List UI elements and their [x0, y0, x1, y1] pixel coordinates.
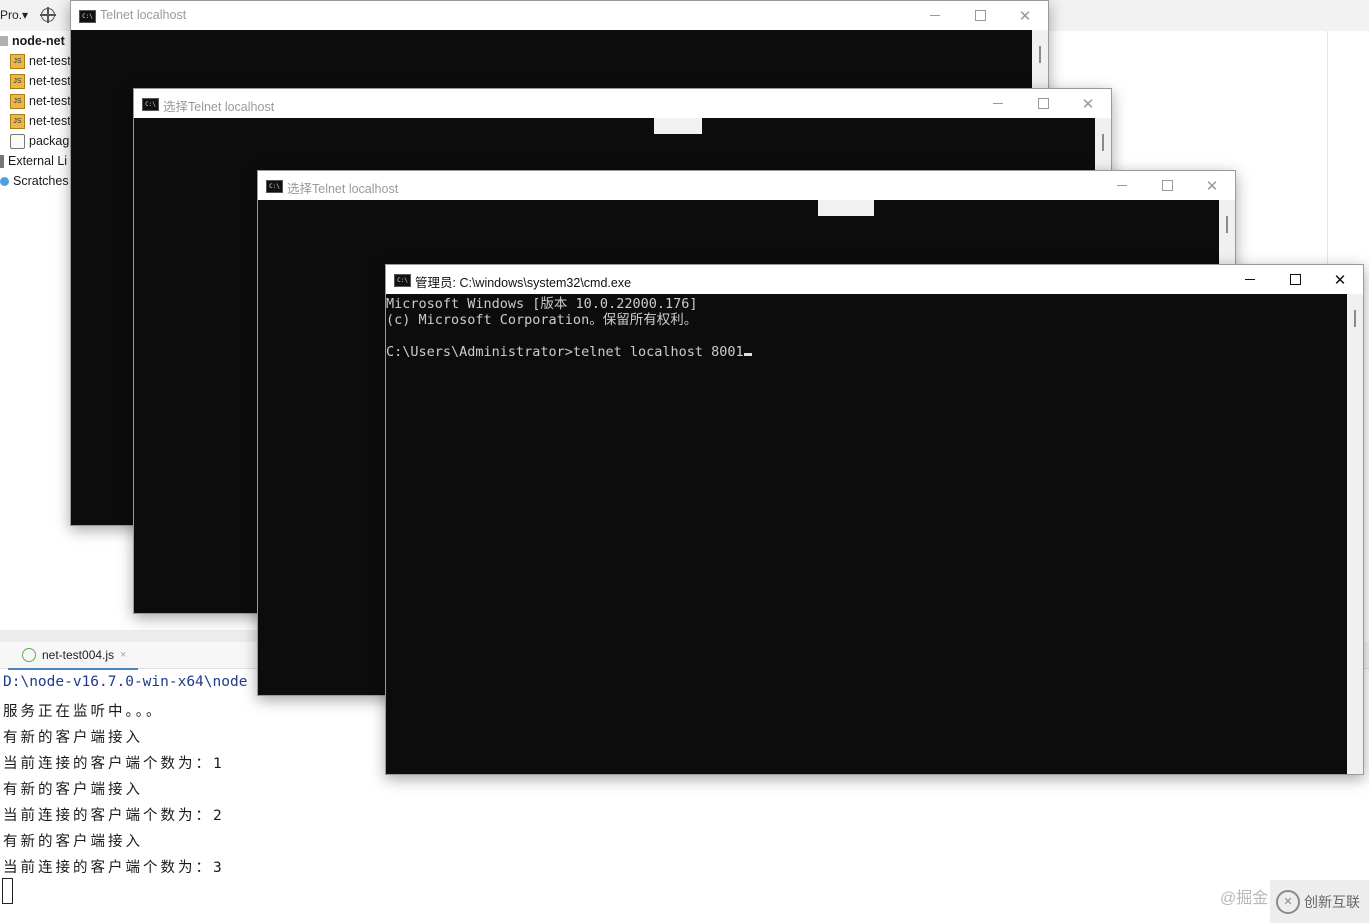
window-title: 管理员: C:\windows\system32\cmd.exe	[415, 276, 632, 290]
run-tab-net-test004[interactable]: net-test004.js ×	[8, 642, 139, 670]
tree-root-label: node-net	[12, 34, 65, 48]
console-line: 有新的客户端接入	[3, 730, 143, 746]
js-file-icon: JS	[10, 113, 25, 129]
cmd-prompt-text: C:\Users\Administrator>telnet localhost …	[386, 344, 744, 360]
tree-item-label: packag	[29, 134, 70, 148]
tree-item-label: Scratches	[13, 174, 69, 188]
cmd-prompt-line[interactable]: C:\Users\Administrator>telnet localhost …	[386, 344, 1347, 360]
tree-item-scratches[interactable]: Scratches	[0, 171, 69, 191]
cmd-line: (c) Microsoft Corporation。保留所有权利。	[386, 312, 698, 328]
scrollbar-thumb[interactable]	[1039, 46, 1041, 63]
window-title: 选择Telnet localhost	[163, 100, 275, 114]
close-button[interactable]: ✕	[1002, 1, 1048, 30]
node-run-icon	[22, 648, 36, 662]
run-tab-label: net-test004.js	[42, 648, 115, 662]
folder-icon	[0, 36, 8, 46]
tree-item-external-libraries[interactable]: External Li	[0, 151, 67, 171]
window-titlebar[interactable]: C:\ Telnet localhost ✕	[71, 1, 1048, 30]
cmd-app-icon: C:\	[142, 98, 159, 111]
project-tree: node-net JS net-test JS net-test JS net-…	[0, 31, 72, 641]
brand-watermark: ✕ 创新互联	[1270, 880, 1369, 923]
tree-item-label: net-test	[29, 54, 71, 68]
tree-item-label: net-test	[29, 114, 71, 128]
minimize-button[interactable]	[1099, 171, 1145, 200]
minimize-button[interactable]	[975, 89, 1021, 118]
console-command-path: D:\node-v16.7.0-win-x64\node	[3, 674, 248, 690]
console-line: 当前连接的客户端个数为：2	[3, 808, 225, 824]
scrollbar-thumb[interactable]	[1226, 216, 1228, 233]
scrollbar-thumb[interactable]	[1102, 134, 1104, 151]
window-titlebar[interactable]: C:\ 选择Telnet localhost ✕	[134, 89, 1111, 118]
maximize-button[interactable]	[957, 1, 1003, 30]
brand-logo-icon: ✕	[1276, 889, 1300, 914]
ide-horizontal-scrollbar[interactable]	[0, 630, 260, 642]
package-file-icon	[10, 133, 25, 149]
brand-name: 创新互联	[1304, 893, 1360, 910]
selection-highlight	[654, 118, 702, 134]
project-view-selector[interactable]: Pro.▾	[0, 8, 28, 22]
maximize-button[interactable]	[1144, 171, 1190, 200]
js-file-icon: JS	[10, 93, 25, 109]
maximize-button[interactable]	[1272, 265, 1318, 294]
minimize-button[interactable]	[1227, 265, 1273, 294]
library-icon	[0, 154, 4, 168]
cmd-app-icon: C:\	[394, 274, 411, 287]
maximize-button[interactable]	[1020, 89, 1066, 118]
scrollbar-thumb[interactable]	[1354, 310, 1356, 327]
cmd-admin-window[interactable]: C:\ 管理员: C:\windows\system32\cmd.exe ✕ M…	[385, 264, 1364, 775]
cmd-line: Microsoft Windows [版本 10.0.22000.176]	[386, 296, 698, 312]
cmd-output[interactable]: Microsoft Windows [版本 10.0.22000.176] (c…	[386, 294, 1347, 774]
tree-item-label: net-test	[29, 74, 71, 88]
console-input-caret[interactable]	[2, 878, 13, 904]
js-file-icon: JS	[10, 73, 25, 89]
close-button[interactable]: ✕	[1317, 265, 1363, 294]
cmd-app-icon: C:\	[266, 180, 283, 193]
console-line: 当前连接的客户端个数为：1	[3, 756, 225, 772]
tree-item-label: net-test	[29, 94, 71, 108]
console-line: 有新的客户端接入	[3, 834, 143, 850]
window-title: 选择Telnet localhost	[287, 182, 399, 196]
console-line: 当前连接的客户端个数为：3	[3, 860, 225, 876]
close-button[interactable]: ✕	[1065, 89, 1111, 118]
tree-root[interactable]: node-net	[0, 31, 65, 51]
tree-item-label: External Li	[8, 154, 68, 168]
console-line: 有新的客户端接入	[3, 782, 143, 798]
vertical-scrollbar[interactable]	[1347, 294, 1363, 774]
cmd-app-icon: C:\	[79, 10, 96, 23]
cmd-line	[386, 328, 1347, 344]
window-titlebar[interactable]: C:\ 选择Telnet localhost ✕	[258, 171, 1235, 200]
console-line: 服务正在监听中。。。	[3, 704, 164, 720]
scratches-icon	[0, 176, 9, 186]
tree-item-3[interactable]: JS net-test	[10, 91, 71, 111]
close-tab-icon[interactable]: ×	[120, 649, 126, 661]
close-button[interactable]: ✕	[1189, 171, 1235, 200]
tree-item-2[interactable]: JS net-test	[10, 71, 71, 91]
text-cursor	[743, 353, 752, 356]
minimize-button[interactable]	[912, 1, 958, 30]
locate-target-icon[interactable]	[40, 7, 56, 23]
tree-item-5[interactable]: packag	[10, 131, 69, 151]
selection-highlight	[818, 200, 874, 216]
window-titlebar[interactable]: C:\ 管理员: C:\windows\system32\cmd.exe ✕	[386, 265, 1363, 294]
js-file-icon: JS	[10, 53, 25, 69]
tree-item-4[interactable]: JS net-test	[10, 111, 71, 131]
tree-item-1[interactable]: JS net-test	[10, 51, 71, 71]
watermark-text: @掘金	[1220, 890, 1269, 907]
window-title: Telnet localhost	[100, 8, 187, 22]
